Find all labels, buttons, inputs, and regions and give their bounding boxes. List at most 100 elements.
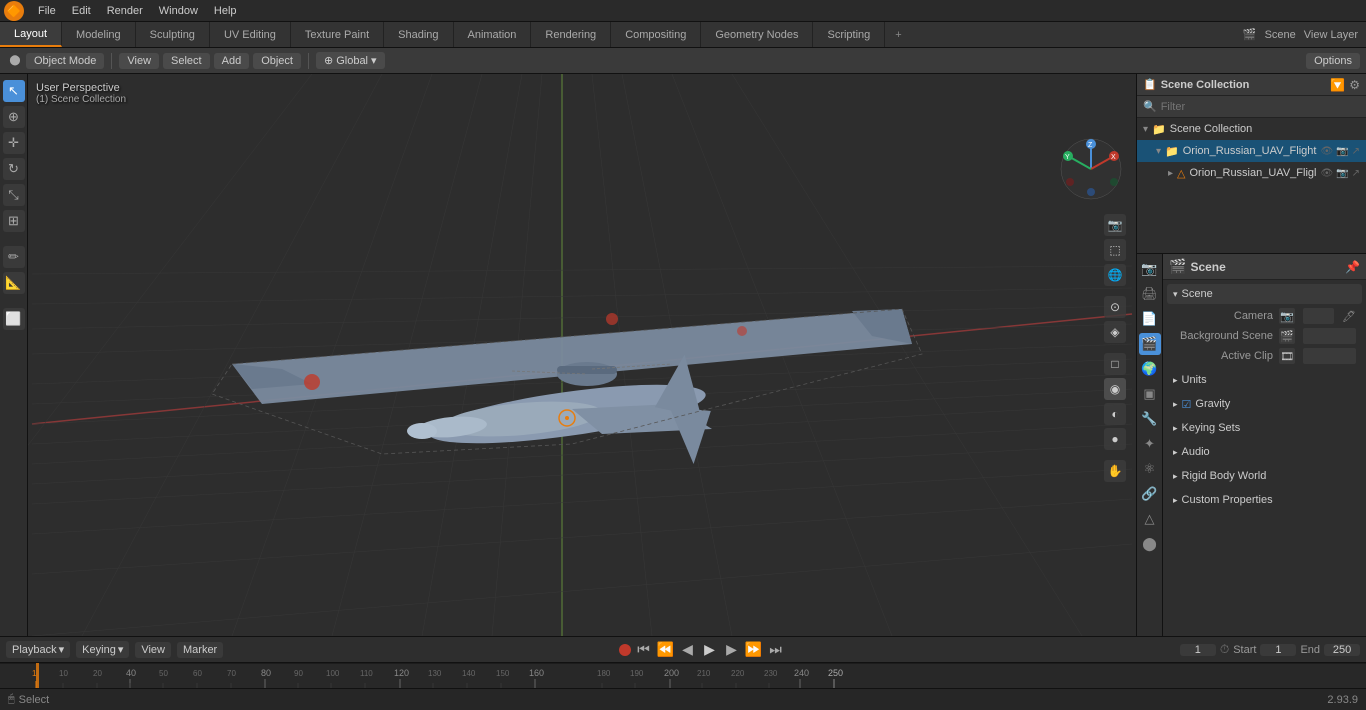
measure-tool-button[interactable]: 📐 bbox=[3, 272, 25, 294]
active-clip-value[interactable] bbox=[1303, 348, 1356, 364]
object-menu[interactable]: Object bbox=[253, 53, 301, 69]
move-tool-button[interactable]: ✛ bbox=[3, 132, 25, 154]
outliner-settings-icon[interactable]: ⚙ bbox=[1349, 78, 1360, 92]
viewport-shading-wire[interactable]: □ bbox=[1104, 353, 1126, 375]
view-layer-label[interactable]: View Layer bbox=[1304, 29, 1358, 41]
object-props-button[interactable]: ▣ bbox=[1139, 383, 1161, 405]
xray-toggle[interactable]: ◈ bbox=[1104, 321, 1126, 343]
jump-end-button[interactable]: ⏭ bbox=[767, 641, 785, 658]
select-icon-outliner[interactable]: ↗ bbox=[1352, 146, 1360, 157]
jump-start-button[interactable]: ⏮ bbox=[635, 641, 653, 658]
tab-geometry-nodes[interactable]: Geometry Nodes bbox=[701, 22, 813, 47]
keying-sets-header[interactable]: ▸ Keying Sets bbox=[1167, 418, 1362, 438]
outliner-filter-icon[interactable]: 🔽 bbox=[1330, 78, 1345, 92]
data-props-button[interactable]: △ bbox=[1139, 508, 1161, 530]
mesh-visibility-icon[interactable]: 👁 bbox=[1320, 168, 1333, 179]
particles-props-button[interactable]: ✦ bbox=[1139, 433, 1161, 455]
view-layer-props-button[interactable]: 📄 bbox=[1139, 308, 1161, 330]
scene-pin-icon[interactable]: 📌 bbox=[1345, 260, 1360, 274]
view-menu-timeline[interactable]: View bbox=[135, 642, 171, 658]
gravity-checkbox[interactable] bbox=[1182, 398, 1192, 411]
tab-rendering[interactable]: Rendering bbox=[531, 22, 611, 47]
tab-layout[interactable]: Layout bbox=[0, 22, 62, 47]
viewport-shading-material[interactable]: ◐ bbox=[1104, 403, 1126, 425]
render-props-button[interactable]: 📷 bbox=[1139, 258, 1161, 280]
tab-scripting[interactable]: Scripting bbox=[813, 22, 885, 47]
select-menu[interactable]: Select bbox=[163, 53, 210, 69]
camera-view-button[interactable]: 📷 bbox=[1104, 214, 1126, 236]
marker-menu[interactable]: Marker bbox=[177, 642, 223, 658]
tab-uv-editing[interactable]: UV Editing bbox=[210, 22, 291, 47]
world-props-button[interactable]: 🌍 bbox=[1139, 358, 1161, 380]
menu-help[interactable]: Help bbox=[206, 3, 245, 19]
tab-shading[interactable]: Shading bbox=[384, 22, 453, 47]
tab-sculpting[interactable]: Sculpting bbox=[136, 22, 210, 47]
outliner-item-uav-mesh[interactable]: ▸ △ Orion_Russian_UAV_Fligl 👁 📷 ↗ bbox=[1137, 162, 1366, 184]
mesh-select-icon[interactable]: ↗ bbox=[1352, 168, 1360, 179]
cursor-tool-button[interactable]: ⊕ bbox=[3, 106, 25, 128]
physics-props-button[interactable]: ⚛ bbox=[1139, 458, 1161, 480]
next-keyframe-button[interactable]: ⏩ bbox=[745, 641, 763, 658]
visibility-icon[interactable]: 👁 bbox=[1320, 146, 1333, 157]
menu-file[interactable]: File bbox=[30, 3, 64, 19]
material-props-button[interactable]: ⬤ bbox=[1139, 533, 1161, 555]
viewport[interactable]: User Perspective (1) Scene Collection Z … bbox=[28, 74, 1136, 636]
options-button[interactable]: Options bbox=[1306, 53, 1360, 69]
rotate-tool-button[interactable]: ↻ bbox=[3, 158, 25, 180]
viewport-shading-solid[interactable]: ◉ bbox=[1104, 378, 1126, 400]
annotate-tool-button[interactable]: ✏ bbox=[3, 246, 25, 268]
tab-modeling[interactable]: Modeling bbox=[62, 22, 136, 47]
units-section-header[interactable]: ▸ Units bbox=[1167, 370, 1362, 390]
bg-scene-value[interactable] bbox=[1303, 328, 1356, 344]
perspective-ortho-toggle[interactable]: ⬚ bbox=[1104, 239, 1126, 261]
view-menu[interactable]: View bbox=[119, 53, 159, 69]
add-menu[interactable]: Add bbox=[214, 53, 250, 69]
scene-props-button[interactable]: 🎬 bbox=[1139, 333, 1161, 355]
keying-menu[interactable]: Keying ▾ bbox=[76, 641, 129, 658]
pan-view-button[interactable]: ✋ bbox=[1104, 460, 1126, 482]
prev-keyframe-button[interactable]: ⏪ bbox=[657, 641, 675, 658]
prev-frame-button[interactable]: ◀ bbox=[679, 641, 697, 658]
tab-texture-paint[interactable]: Texture Paint bbox=[291, 22, 384, 47]
object-mode-selector[interactable]: Object Mode bbox=[26, 53, 104, 69]
rigid-body-header[interactable]: ▸ Rigid Body World bbox=[1167, 466, 1362, 486]
tab-animation[interactable]: Animation bbox=[454, 22, 532, 47]
scene-name-label[interactable]: Scene bbox=[1265, 29, 1296, 41]
mesh-render-icon[interactable]: 📷 bbox=[1336, 168, 1348, 179]
start-frame-input[interactable]: 1 bbox=[1260, 644, 1296, 656]
viewport-shading-render[interactable]: ● bbox=[1104, 428, 1126, 450]
next-frame-button[interactable]: ▶ bbox=[723, 641, 741, 658]
play-button[interactable]: ▶ bbox=[701, 641, 719, 658]
audio-section-header[interactable]: ▸ Audio bbox=[1167, 442, 1362, 462]
select-tool-button[interactable]: ↖ bbox=[3, 80, 25, 102]
local-global-toggle[interactable]: 🌐 bbox=[1104, 264, 1126, 286]
viewport-gizmo[interactable]: Z X Y bbox=[1056, 134, 1126, 204]
gravity-section-header[interactable]: ▸ Gravity bbox=[1167, 394, 1362, 414]
outliner-search-input[interactable] bbox=[1161, 101, 1360, 113]
modifier-props-button[interactable]: 🔧 bbox=[1139, 408, 1161, 430]
transform-global-selector[interactable]: ⊕ Global ▾ bbox=[316, 52, 385, 69]
tab-compositing[interactable]: Compositing bbox=[611, 22, 701, 47]
constraints-props-button[interactable]: 🔗 bbox=[1139, 483, 1161, 505]
transform-tool-button[interactable]: ⊞ bbox=[3, 210, 25, 232]
add-cube-button[interactable]: ⬜ bbox=[3, 308, 25, 330]
playback-menu[interactable]: Playback ▾ bbox=[6, 641, 70, 658]
scene-section-header[interactable]: ▾ Scene bbox=[1167, 284, 1362, 304]
record-button[interactable] bbox=[619, 644, 631, 656]
menu-edit[interactable]: Edit bbox=[64, 3, 99, 19]
custom-props-header[interactable]: ▸ Custom Properties bbox=[1167, 490, 1362, 510]
outliner-item-scene[interactable]: ▾ 📁 Scene Collection bbox=[1137, 118, 1366, 140]
outliner-item-uav-flight[interactable]: ▾ 📁 Orion_Russian_UAV_Flight 👁 📷 ↗ bbox=[1137, 140, 1366, 162]
camera-eyedropper[interactable]: 🖊 bbox=[1342, 310, 1356, 323]
end-frame-input[interactable]: 250 bbox=[1324, 644, 1360, 656]
scale-tool-button[interactable]: ⤡ bbox=[3, 184, 25, 206]
add-workspace-button[interactable]: + bbox=[885, 25, 911, 45]
overlay-toggle[interactable]: ⊙ bbox=[1104, 296, 1126, 318]
menu-window[interactable]: Window bbox=[151, 3, 206, 19]
current-frame-input[interactable]: 1 bbox=[1180, 644, 1216, 656]
timeline-ruler[interactable]: 40 80 120 160 200 240 250 10 20 bbox=[0, 662, 1366, 688]
output-props-button[interactable]: 🖨 bbox=[1139, 283, 1161, 305]
render-icon[interactable]: 📷 bbox=[1336, 146, 1348, 157]
camera-value[interactable] bbox=[1303, 308, 1334, 324]
menu-render[interactable]: Render bbox=[99, 3, 151, 19]
